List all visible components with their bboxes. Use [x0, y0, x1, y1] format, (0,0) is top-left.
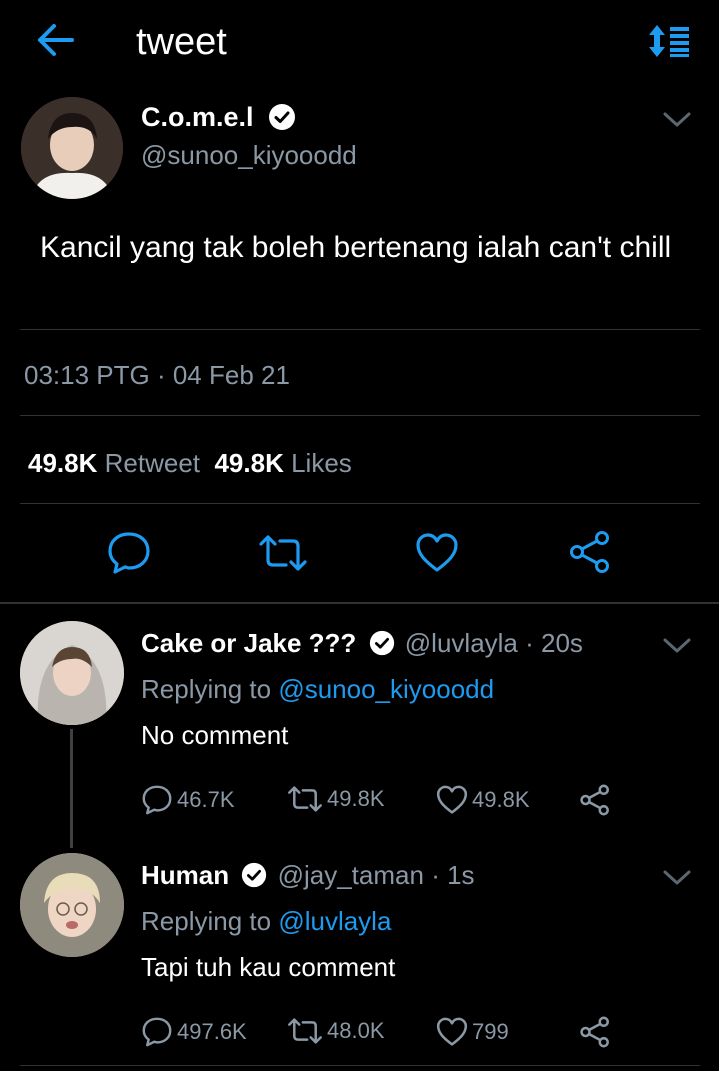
- share-button[interactable]: [579, 784, 611, 816]
- heart-icon: [436, 1017, 468, 1046]
- reply-button[interactable]: [106, 530, 152, 576]
- reply-icon: [142, 1017, 172, 1047]
- author-handle[interactable]: @sunoo_kiyooodd: [141, 138, 357, 172]
- avatar[interactable]: [20, 621, 124, 725]
- reply-count: 497.6K: [177, 1019, 247, 1044]
- verified-icon: [369, 630, 394, 656]
- back-button[interactable]: [36, 22, 76, 58]
- divider: [0, 602, 719, 604]
- share-button[interactable]: [579, 1016, 611, 1048]
- reply-author-name[interactable]: Human: [141, 860, 229, 890]
- reply-author-handle[interactable]: @jay_taman: [278, 860, 424, 890]
- share-icon: [570, 531, 609, 573]
- more-options-button[interactable]: [662, 108, 692, 130]
- replying-to-label: Replying to: [141, 674, 279, 704]
- more-options-button[interactable]: [662, 634, 692, 656]
- divider: [20, 329, 700, 330]
- arrow-left-icon: [38, 24, 74, 56]
- chevron-down-icon: [663, 870, 691, 885]
- reply-time: · 1s: [431, 860, 475, 890]
- reply-button[interactable]: 497.6K: [141, 1016, 247, 1048]
- share-button[interactable]: [568, 530, 612, 574]
- sort-icon: [649, 25, 689, 57]
- more-options-button[interactable]: [662, 866, 692, 888]
- reply-author-name[interactable]: Cake or Jake ???: [141, 628, 356, 658]
- heart-icon: [436, 785, 468, 814]
- tweet-text: Kancil yang tak boleh bertenang ialah ca…: [40, 231, 672, 264]
- author-name: C.o.m.e.l: [141, 102, 254, 132]
- divider: [20, 415, 700, 416]
- retweet-button[interactable]: 48.0K: [287, 1016, 385, 1046]
- retweet-button[interactable]: 49.8K: [287, 784, 385, 814]
- engagement-stats: 49.8K Retweet 49.8K Likes: [28, 446, 352, 480]
- verified-icon: [269, 103, 296, 130]
- chevron-down-icon: [663, 112, 691, 127]
- avatar-image: [20, 621, 124, 725]
- like-label: Likes: [291, 448, 352, 478]
- reply-icon: [108, 532, 150, 574]
- divider: [20, 1065, 700, 1066]
- sort-button[interactable]: [648, 24, 690, 58]
- replying-to-line: Replying to @luvlayla: [141, 904, 391, 938]
- share-icon: [580, 784, 609, 816]
- retweet-count: 49.8K: [28, 448, 98, 478]
- like-count: 799: [472, 1019, 509, 1044]
- like-button[interactable]: 799: [436, 1016, 509, 1048]
- like-count: 49.8K: [214, 448, 284, 478]
- retweet-button[interactable]: [258, 532, 308, 574]
- retweet-count: 49.8K: [327, 786, 385, 811]
- avatar-image: [20, 853, 124, 957]
- like-button[interactable]: [415, 531, 459, 575]
- reply-text: Tapi tuh kau comment: [141, 952, 396, 982]
- heart-icon: [416, 533, 458, 572]
- replying-to-link[interactable]: @sunoo_kiyooodd: [278, 674, 494, 704]
- divider: [20, 503, 700, 504]
- reply-author-handle[interactable]: @luvlayla: [405, 628, 518, 658]
- reply-icon: [142, 785, 172, 815]
- like-count: 49.8K: [472, 787, 530, 812]
- reply-author-row: Cake or Jake ??? @luvlayla · 20s: [141, 626, 583, 660]
- chevron-down-icon: [663, 638, 691, 653]
- retweet-count: 48.0K: [327, 1018, 385, 1043]
- retweet-stat[interactable]: 49.8K Retweet: [28, 448, 200, 478]
- replying-to-label: Replying to: [141, 906, 279, 936]
- page-title: tweet: [136, 21, 227, 63]
- reply-author-row: Human @jay_taman · 1s: [141, 858, 475, 892]
- verified-icon: [242, 862, 267, 888]
- share-icon: [580, 1016, 609, 1048]
- reply-time: · 20s: [525, 628, 583, 658]
- retweet-icon: [259, 535, 307, 571]
- retweet-icon: [288, 1018, 322, 1044]
- like-button[interactable]: 49.8K: [436, 784, 530, 816]
- author-name-row: C.o.m.e.l: [141, 100, 297, 134]
- avatar[interactable]: [20, 853, 124, 957]
- reply-text: No comment: [141, 720, 289, 750]
- retweet-icon: [288, 786, 322, 812]
- avatar[interactable]: [21, 97, 123, 199]
- reply-count: 46.7K: [177, 787, 235, 812]
- replying-to-line: Replying to @sunoo_kiyooodd: [141, 672, 494, 706]
- retweet-label: Retweet: [104, 448, 201, 478]
- thread-connector-line: [70, 729, 73, 848]
- tweet-timestamp: 03:13 PTG · 04 Feb 21: [24, 360, 290, 390]
- reply-button[interactable]: 46.7K: [141, 784, 235, 816]
- avatar-image: [21, 97, 123, 199]
- replying-to-link[interactable]: @luvlayla: [278, 906, 391, 936]
- like-stat[interactable]: 49.8K Likes: [214, 448, 351, 478]
